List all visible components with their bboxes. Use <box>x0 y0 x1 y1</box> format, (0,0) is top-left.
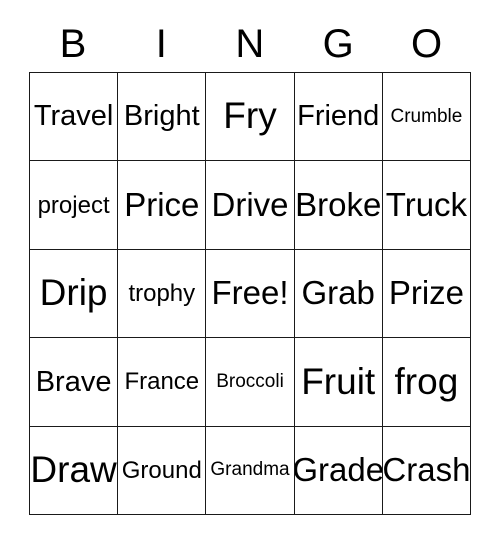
bingo-header-letter-n: N <box>235 22 265 66</box>
bingo-cell[interactable]: Truck <box>382 161 472 250</box>
bingo-cell-label: Bright <box>123 100 200 133</box>
bingo-cell-label: Price <box>124 185 200 223</box>
bingo-cell[interactable]: Broccoli <box>206 338 295 427</box>
bingo-cell-label: Fruit <box>301 360 376 402</box>
bingo-row: project Price Drive Broke Truck <box>30 161 472 250</box>
bingo-cell[interactable]: Brave <box>30 338 119 427</box>
bingo-cell[interactable]: Drive <box>206 161 295 250</box>
bingo-cell-label: Free! <box>211 274 289 312</box>
bingo-cell-label: Ground <box>121 456 202 484</box>
bingo-cell-label: Brave <box>35 365 112 398</box>
bingo-cell-label: project <box>37 191 110 219</box>
bingo-cell[interactable]: Bright <box>118 73 207 162</box>
bingo-cell[interactable]: project <box>30 161 119 250</box>
bingo-cell[interactable]: Grade <box>294 426 383 516</box>
bingo-cell[interactable]: Fry <box>206 73 295 162</box>
bingo-cell[interactable]: Grandma <box>206 426 295 516</box>
bingo-cell[interactable]: Draw <box>30 426 119 516</box>
bingo-cell[interactable]: trophy <box>118 249 207 339</box>
bingo-cell[interactable]: Drip <box>30 249 119 339</box>
bingo-cell[interactable]: Fruit <box>294 338 383 427</box>
bingo-header-letter-b: B <box>59 22 87 66</box>
bingo-cell-label: Grandma <box>210 459 290 481</box>
bingo-card: B I N G O Travel Bright Fry Friend Crumb… <box>29 0 472 516</box>
bingo-cell-label: Grade <box>294 451 383 488</box>
bingo-header-row: B I N G O <box>29 0 471 72</box>
bingo-cell[interactable]: Crumble <box>382 73 472 162</box>
bingo-row: Draw Ground Grandma Grade Crash <box>30 426 472 516</box>
bingo-cell[interactable]: frog <box>382 338 472 427</box>
bingo-header-letter-i: I <box>155 22 168 66</box>
bingo-cell[interactable]: Friend <box>294 73 383 162</box>
bingo-cell[interactable]: France <box>118 338 207 427</box>
bingo-cell-label: France <box>124 368 200 396</box>
bingo-cell-label: Truck <box>385 185 468 223</box>
bingo-cell-label: Grab <box>301 274 375 312</box>
bingo-cell-label: Prize <box>388 274 464 312</box>
bingo-cell[interactable]: Prize <box>382 249 472 339</box>
bingo-header-letter-g: G <box>322 22 355 66</box>
bingo-row: Brave France Broccoli Fruit frog <box>30 338 472 427</box>
bingo-cell[interactable]: Broke <box>294 161 383 250</box>
bingo-cell-label: Fry <box>223 95 277 137</box>
bingo-cell-label: frog <box>394 360 459 402</box>
bingo-cell-label: Drip <box>39 272 108 314</box>
bingo-cell-label: trophy <box>128 279 196 307</box>
bingo-cell[interactable]: Ground <box>118 426 207 516</box>
bingo-cell-label: Drive <box>211 185 289 223</box>
bingo-header-letter-o: O <box>411 22 443 66</box>
bingo-cell-label: Travel <box>33 100 114 133</box>
bingo-cell-free[interactable]: Free! <box>206 249 295 339</box>
bingo-row: Drip trophy Free! Grab Prize <box>30 249 472 339</box>
bingo-cell-label: Crumble <box>390 105 463 127</box>
bingo-grid: Travel Bright Fry Friend Crumble project… <box>29 72 472 516</box>
bingo-cell[interactable]: Price <box>118 161 207 250</box>
bingo-cell[interactable]: Crash <box>382 426 472 516</box>
bingo-cell[interactable]: Grab <box>294 249 383 339</box>
bingo-cell-label: Broke <box>295 185 382 223</box>
bingo-row: Travel Bright Fry Friend Crumble <box>30 73 472 162</box>
bingo-cell-label: Broccoli <box>216 370 284 392</box>
bingo-cell-label: Friend <box>297 100 380 133</box>
bingo-cell-label: Crash <box>382 451 471 488</box>
bingo-cell[interactable]: Travel <box>30 73 119 162</box>
bingo-cell-label: Draw <box>30 448 117 490</box>
